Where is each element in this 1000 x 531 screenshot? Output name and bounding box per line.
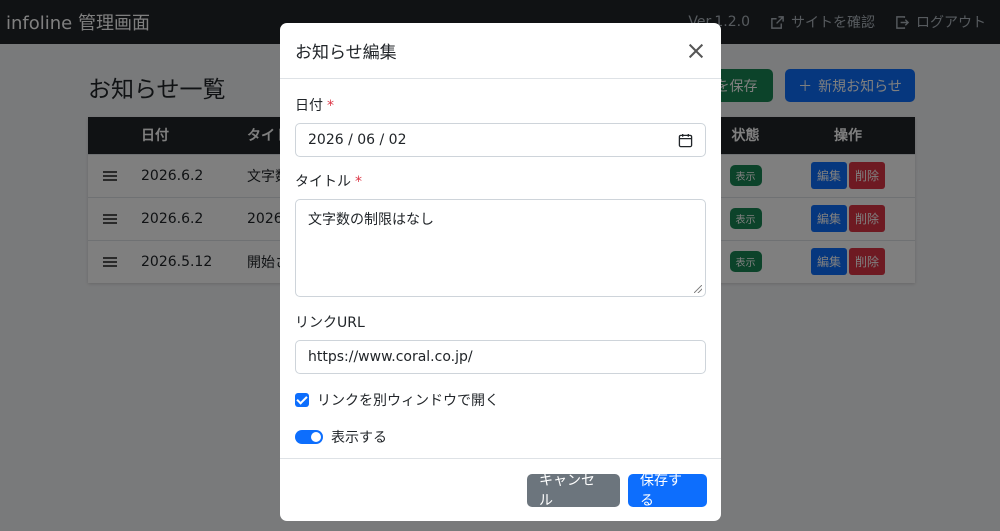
required-mark: * bbox=[327, 98, 334, 114]
url-value: https://www.coral.co.jp/ bbox=[308, 349, 473, 365]
title-textarea[interactable]: 文字数の制限はなし bbox=[295, 199, 706, 297]
title-label: タイトル bbox=[295, 174, 351, 190]
cancel-button[interactable]: キャンセル bbox=[527, 473, 620, 509]
title-label-row: タイトル * bbox=[295, 171, 706, 191]
visible-label[interactable]: 表示する bbox=[331, 427, 387, 447]
close-icon[interactable] bbox=[686, 41, 706, 61]
url-input[interactable]: https://www.coral.co.jp/ bbox=[295, 340, 706, 374]
new-window-row: リンクを別ウィンドウで開く bbox=[295, 390, 706, 410]
date-label: 日付 bbox=[295, 98, 323, 114]
new-window-checkbox[interactable] bbox=[295, 393, 309, 407]
date-input[interactable]: 2026 / 06 / 02 bbox=[295, 123, 706, 157]
url-label: リンクURL bbox=[295, 315, 365, 331]
edit-notice-modal: お知らせ編集 日付 * 2026 / 06 / 02 タイトル * 文字数の制限はな… bbox=[280, 23, 721, 521]
required-mark: * bbox=[355, 174, 362, 190]
modal-footer: キャンセル 保存する bbox=[280, 458, 721, 521]
modal-title: お知らせ編集 bbox=[295, 43, 397, 63]
date-label-row: 日付 * bbox=[295, 95, 706, 115]
modal-header: お知らせ編集 bbox=[280, 23, 721, 79]
visible-toggle[interactable] bbox=[295, 430, 323, 444]
save-button[interactable]: 保存する bbox=[628, 473, 707, 509]
new-window-label[interactable]: リンクを別ウィンドウで開く bbox=[317, 390, 499, 410]
resize-handle-icon[interactable] bbox=[694, 285, 702, 293]
calendar-icon[interactable] bbox=[678, 133, 693, 148]
visible-row: 表示する bbox=[295, 427, 706, 447]
modal-body: 日付 * 2026 / 06 / 02 タイトル * 文字数の制限はなし リンクUR… bbox=[280, 79, 721, 447]
title-value: 文字数の制限はなし bbox=[308, 212, 434, 228]
date-value: 2026 / 06 / 02 bbox=[308, 132, 407, 148]
